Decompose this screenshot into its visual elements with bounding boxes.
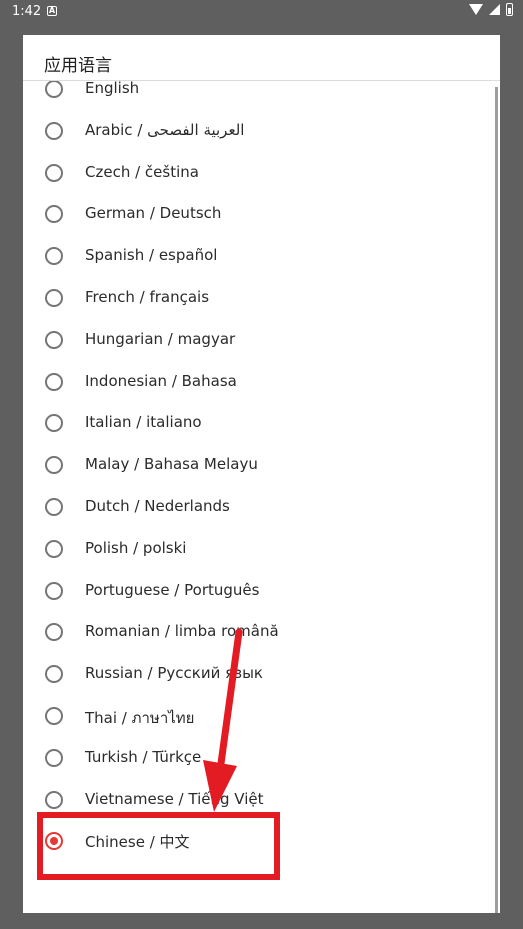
highlight-box [37, 812, 280, 880]
radio-button[interactable] [45, 81, 63, 98]
language-option[interactable]: Spanish / español [23, 236, 493, 278]
status-bar: 1:42 A [0, 0, 523, 24]
radio-button[interactable] [45, 205, 63, 224]
language-option[interactable]: Thai / ภาษาไทย [23, 696, 493, 738]
language-label: Polish / polski [85, 538, 187, 557]
radio-button[interactable] [45, 498, 63, 516]
language-option[interactable]: Portuguese / Português [23, 571, 493, 613]
radio-button[interactable] [45, 665, 63, 684]
dialog-title: 应用语言 [44, 56, 112, 76]
language-option[interactable]: Indonesian / Bahasa [23, 362, 493, 404]
language-option[interactable]: Romanian / limba română [23, 612, 493, 654]
language-list[interactable]: English Arabic / العربية الفصحى Czech / če… [23, 81, 500, 913]
notification-icon: A [47, 6, 57, 16]
radio-button[interactable] [45, 330, 63, 349]
language-option[interactable]: English [23, 81, 493, 111]
radio-button[interactable] [45, 121, 63, 140]
language-label: German / Deutsch [85, 204, 222, 223]
radio-button[interactable] [45, 790, 63, 809]
language-dialog: 应用语言 English Arabic / العربية الفصحى Czech… [23, 35, 500, 913]
language-option[interactable]: Czech / čeština [23, 153, 493, 195]
language-label: Dutch / Nederlands [85, 497, 230, 515]
signal-icon [489, 4, 500, 15]
radio-button[interactable] [45, 707, 63, 725]
scrollbar[interactable] [495, 87, 498, 913]
language-label: French / français [85, 288, 210, 306]
language-option[interactable]: Russian / Русский язык [23, 654, 493, 696]
language-label: Malay / Bahasa Melayu [85, 455, 258, 474]
language-option[interactable]: Turkish / Türkçe [23, 738, 493, 780]
language-option[interactable]: Arabic / العربية الفصحى [23, 111, 493, 153]
language-label: Czech / čeština [85, 162, 199, 181]
language-option[interactable]: French / français [23, 278, 493, 320]
language-label: Thai / ภาษาไทย [85, 709, 195, 727]
language-label: Arabic / العربية الفصحى [85, 120, 245, 139]
language-option[interactable]: German / Deutsch [23, 194, 493, 236]
language-option[interactable]: Italian / italiano [23, 403, 493, 445]
language-option[interactable]: Hungarian / magyar [23, 320, 493, 362]
language-option[interactable]: Malay / Bahasa Melayu [23, 445, 493, 487]
radio-button[interactable] [45, 414, 63, 433]
status-icons [469, 3, 513, 16]
language-label: Turkish / Türkçe [85, 747, 202, 766]
language-label: Indonesian / Bahasa [85, 371, 237, 390]
radio-button[interactable] [45, 456, 63, 475]
language-label: English [85, 81, 140, 97]
radio-button[interactable] [45, 748, 63, 767]
language-label: Hungarian / magyar [85, 329, 236, 348]
battery-icon [506, 3, 513, 16]
language-option[interactable]: Dutch / Nederlands [23, 487, 493, 529]
wifi-icon [469, 4, 483, 15]
language-label: Vietnamese / Tiếng Việt [85, 789, 264, 808]
radio-button[interactable] [45, 623, 63, 642]
radio-button[interactable] [45, 289, 63, 307]
radio-button[interactable] [45, 539, 63, 558]
language-label: Spanish / español [85, 246, 218, 265]
language-label: Russian / Русский язык [85, 664, 263, 683]
radio-button[interactable] [45, 581, 63, 600]
radio-button[interactable] [45, 372, 63, 391]
status-time: 1:42 [12, 4, 42, 19]
radio-button[interactable] [45, 163, 63, 182]
radio-button[interactable] [45, 247, 63, 266]
language-option[interactable]: Polish / polski [23, 529, 493, 571]
language-label: Italian / italiano [85, 413, 202, 432]
language-label: Portuguese / Português [85, 580, 260, 599]
language-label: Romanian / limba română [85, 622, 279, 641]
